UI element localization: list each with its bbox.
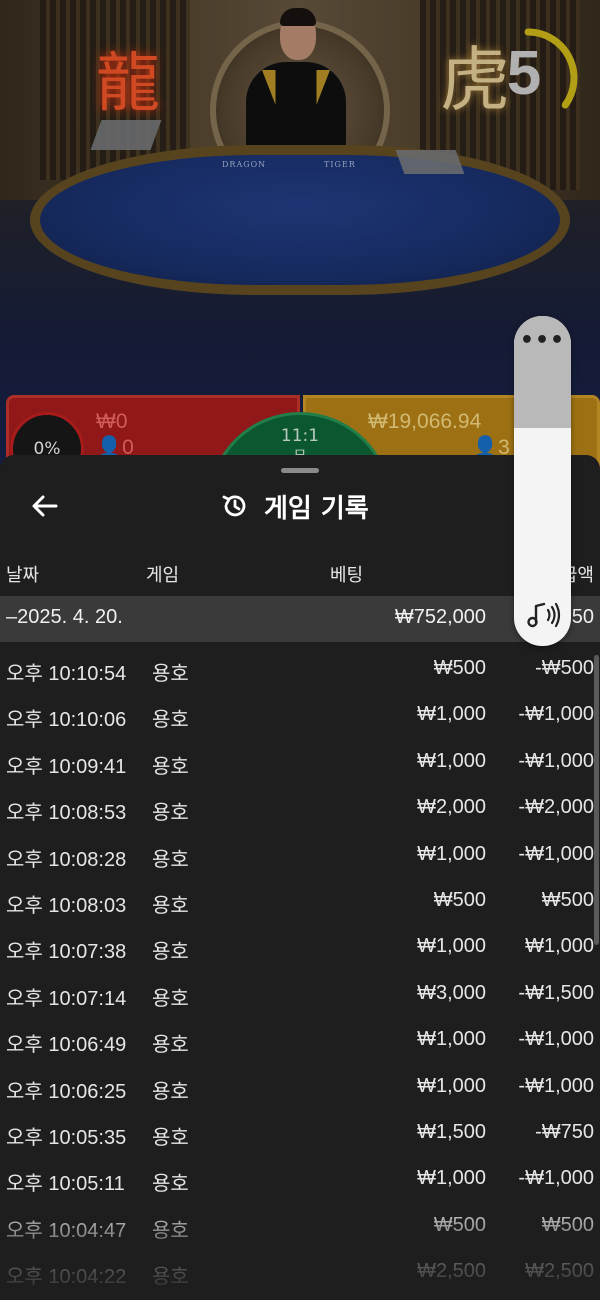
row-bet: ₩1,000 — [417, 1167, 486, 1190]
history-row[interactable]: 오후 10:06:25 용호 ₩1,000 -₩1,000 — [0, 1065, 600, 1111]
column-bet: 베팅 — [330, 565, 364, 586]
row-time: 오후 10:04:22 — [6, 1266, 127, 1289]
back-button[interactable] — [28, 489, 62, 523]
row-bet: ₩1,000 — [417, 935, 486, 958]
row-game: 용호 — [152, 755, 189, 778]
game-history-panel: 게임 기록 날짜 게임 베팅 지급액 –2025. 4. 20. ₩752,00… — [0, 455, 600, 1300]
row-bet: ₩500 — [433, 1213, 486, 1236]
row-payout: -₩1,000 — [518, 1074, 594, 1097]
scene-dim-overlay — [0, 0, 600, 470]
row-payout: -₩1,500 — [518, 981, 594, 1004]
history-row[interactable]: 오후 10:05:35 용호 ₩1,500 -₩750 — [0, 1111, 600, 1157]
row-time: 오후 10:06:25 — [6, 1080, 127, 1103]
column-date: 날짜 — [6, 565, 40, 586]
row-bet: ₩1,000 — [417, 1028, 486, 1051]
row-payout: -₩1,000 — [518, 703, 594, 726]
history-list[interactable]: 오후 10:10:54 용호 ₩500 -₩500 오후 10:10:06 용호 ₩1,00… — [0, 647, 600, 1296]
row-payout: -₩500 — [535, 657, 594, 679]
row-payout: -₩1,000 — [518, 842, 594, 865]
page-title: 게임 기록 — [264, 493, 369, 524]
row-payout: ₩2,500 — [525, 1260, 594, 1283]
row-game: 용호 — [152, 987, 189, 1010]
row-game: 용호 — [152, 1080, 189, 1103]
row-time: 오후 10:08:28 — [6, 848, 127, 871]
history-row[interactable]: 오후 10:04:47 용호 ₩500 ₩500 — [0, 1204, 600, 1250]
row-time: 오후 10:08:53 — [6, 802, 127, 825]
row-bet: ₩1,000 — [417, 1074, 486, 1097]
row-game: 용호 — [152, 1173, 189, 1196]
history-row[interactable]: 오후 10:10:06 용호 ₩1,000 -₩1,000 — [0, 693, 600, 739]
history-icon — [222, 495, 246, 517]
history-row[interactable]: 오후 10:05:11 용호 ₩1,000 -₩1,000 — [0, 1157, 600, 1203]
music-volume-icon[interactable] — [524, 598, 562, 632]
column-game: 게임 — [146, 565, 180, 586]
arrow-left-icon — [32, 495, 58, 517]
history-row[interactable]: 오후 10:07:14 용호 ₩3,000 -₩1,500 — [0, 972, 600, 1018]
row-time: 오후 10:10:54 — [6, 663, 127, 685]
row-bet: ₩1,000 — [417, 703, 486, 726]
row-time: 오후 10:06:49 — [6, 1034, 127, 1057]
row-payout: -₩2,000 — [518, 796, 594, 819]
history-row[interactable]: 오후 10:08:53 용호 ₩2,000 -₩2,000 — [0, 786, 600, 832]
row-payout: ₩500 — [541, 1213, 594, 1236]
summary-date: –2025. 4. 20. — [6, 606, 123, 628]
row-bet: ₩500 — [433, 888, 486, 911]
row-time: 오후 10:07:14 — [6, 987, 127, 1010]
history-row[interactable]: 오후 10:09:41 용호 ₩1,000 -₩1,000 — [0, 740, 600, 786]
side-controls: ••• — [514, 316, 571, 646]
live-video: 龍 虎 DRAGON TIGER 5 0% ₩0 👤0 11:1 무 ₩19,0… — [0, 0, 600, 470]
row-game: 용호 — [152, 663, 189, 685]
scrollbar[interactable] — [594, 655, 599, 945]
row-game: 용호 — [152, 1219, 189, 1242]
history-row[interactable]: 오후 10:10:54 용호 ₩500 -₩500 — [0, 647, 600, 693]
row-game: 용호 — [152, 941, 189, 964]
history-row[interactable]: 오후 10:07:38 용호 ₩1,000 ₩1,000 — [0, 925, 600, 971]
row-time: 오후 10:08:03 — [6, 894, 127, 917]
history-row[interactable]: 오후 10:04:22 용호 ₩2,500 ₩2,500 — [0, 1250, 600, 1296]
row-bet: ₩1,000 — [417, 749, 486, 772]
row-payout: -₩1,000 — [518, 1167, 594, 1190]
row-bet: ₩1,500 — [417, 1120, 486, 1143]
row-game: 용호 — [152, 894, 189, 917]
history-row[interactable]: 오후 10:08:28 용호 ₩1,000 -₩1,000 — [0, 833, 600, 879]
panel-header: 게임 기록 — [220, 485, 369, 527]
row-game: 용호 — [152, 1034, 189, 1057]
row-time: 오후 10:04:47 — [6, 1219, 127, 1242]
row-payout: -₩1,000 — [518, 749, 594, 772]
row-payout: -₩1,000 — [518, 1028, 594, 1051]
row-bet: ₩1,000 — [417, 842, 486, 865]
table-header: 날짜 게임 베팅 지급액 — [0, 559, 600, 589]
row-time: 오후 10:05:35 — [6, 1126, 127, 1149]
row-bet: ₩3,000 — [417, 981, 486, 1004]
sheet-grabber[interactable] — [281, 468, 319, 473]
row-payout: ₩1,000 — [525, 935, 594, 958]
row-game: 용호 — [152, 709, 189, 732]
date-summary-row[interactable]: –2025. 4. 20. ₩752,000 -₩1,750 — [0, 596, 600, 642]
row-game: 용호 — [152, 1266, 189, 1289]
row-bet: ₩2,000 — [417, 796, 486, 819]
row-game: 용호 — [152, 848, 189, 871]
row-bet: ₩500 — [433, 657, 486, 679]
row-game: 용호 — [152, 1126, 189, 1149]
history-row[interactable]: 오후 10:08:03 용호 ₩500 ₩500 — [0, 879, 600, 925]
row-time: 오후 10:07:38 — [6, 941, 127, 964]
summary-bet: ₩752,000 — [394, 606, 486, 628]
row-time: 오후 10:05:11 — [6, 1173, 125, 1196]
row-bet: ₩2,500 — [417, 1260, 486, 1283]
row-time: 오후 10:09:41 — [6, 755, 127, 778]
row-game: 용호 — [152, 802, 189, 825]
row-payout: ₩500 — [541, 888, 594, 911]
more-dots-icon[interactable]: ••• — [514, 330, 571, 352]
row-time: 오후 10:10:06 — [6, 709, 127, 732]
row-payout: -₩750 — [535, 1120, 594, 1143]
history-row[interactable]: 오후 10:06:49 용호 ₩1,000 -₩1,000 — [0, 1018, 600, 1064]
